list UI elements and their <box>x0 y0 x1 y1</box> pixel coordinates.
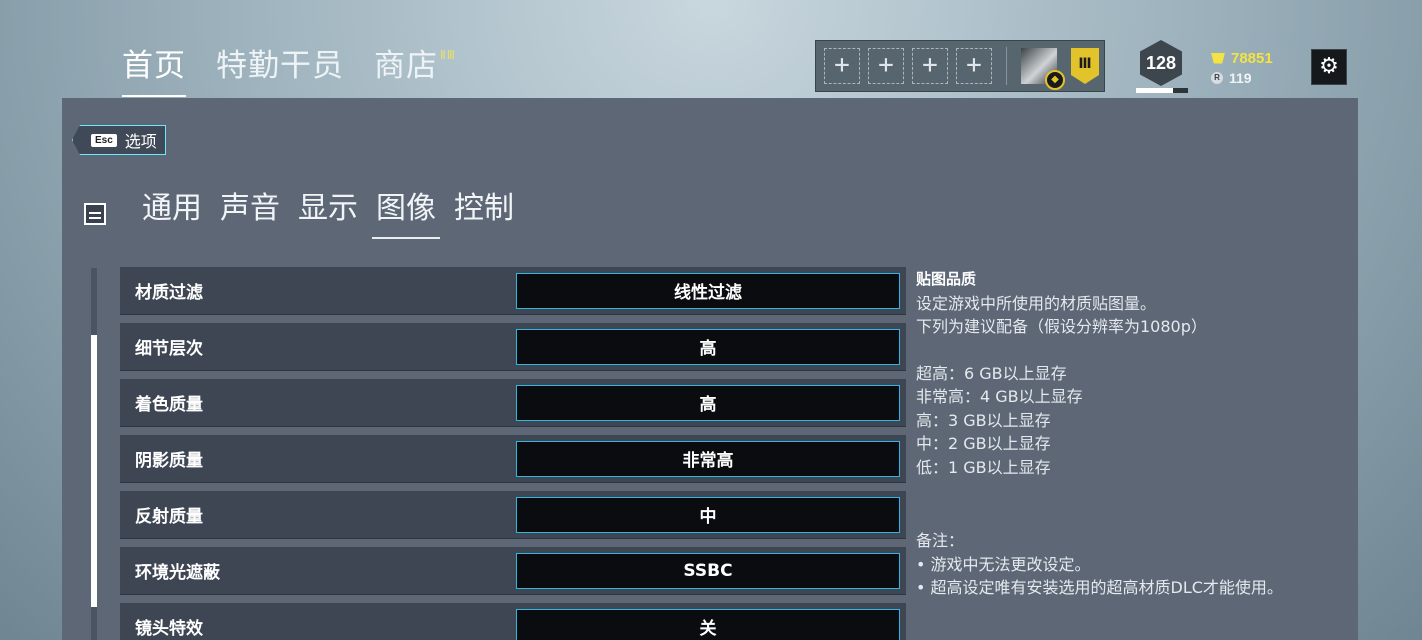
setting-label: 阴影质量 <box>135 451 203 471</box>
squad-divider <box>1006 47 1007 85</box>
settings-gear-button[interactable]: ⚙ <box>1311 49 1347 85</box>
options-tabs: 通用 声音 显示 图像 控制 <box>84 183 514 239</box>
description-text: 下列为建议配备（假设分辨率为1080p） <box>916 317 1207 336</box>
back-button-label: 选项 <box>124 132 157 151</box>
tab-display[interactable]: 显示 <box>298 183 358 237</box>
setting-label: 细节层次 <box>135 339 203 359</box>
setting-value-selector[interactable]: 中 <box>516 496 900 533</box>
renown-amount: 78851 <box>1231 49 1273 67</box>
requirement-line: 高：3 GB以上显存 <box>916 410 1051 430</box>
description-text: 设定游戏中所使用的材质贴图量。 <box>916 293 1157 313</box>
setting-value-selector[interactable]: 线性过滤 <box>516 272 900 309</box>
tab-graphics[interactable]: 图像 <box>372 183 440 239</box>
level-progress-bar <box>1136 88 1188 93</box>
setting-label: 镜头特效 <box>135 619 203 639</box>
tab-controls[interactable]: 控制 <box>454 183 514 237</box>
tab-audio[interactable]: 声音 <box>220 183 280 237</box>
setting-value-selector[interactable]: 关 <box>516 608 900 640</box>
setting-label: 着色质量 <box>135 395 203 415</box>
notes-title: 备注： <box>916 531 965 550</box>
level-progress-fill <box>1136 88 1174 93</box>
setting-value-selector[interactable]: 高 <box>516 328 900 365</box>
nav-shop-label: 商店 <box>374 48 438 84</box>
player-level-badge[interactable]: 128 <box>1140 40 1182 86</box>
requirement-line: 中：2 GB以上显存 <box>916 434 1051 453</box>
renown-icon <box>1211 52 1225 64</box>
setting-lens-effects[interactable]: 镜头特效 关 <box>120 603 906 640</box>
menu-icon <box>84 203 106 225</box>
description-title: 贴图品质 <box>916 270 977 288</box>
squad-invite-slot-2[interactable]: + <box>868 48 904 84</box>
tab-general[interactable]: 通用 <box>142 183 202 237</box>
setting-label: 环境光遮蔽 <box>135 563 220 583</box>
setting-ambient-occlusion[interactable]: 环境光遮蔽 SSBC <box>120 547 906 595</box>
squad-invite-slot-1[interactable]: + <box>824 48 860 84</box>
rank-icon: ◆ <box>1045 70 1065 90</box>
player-level: 128 <box>1145 52 1177 73</box>
nav-operators[interactable]: 特勤干员 <box>216 40 344 93</box>
back-button[interactable]: Esc 选项 <box>72 125 166 155</box>
setting-shading-quality[interactable]: 着色质量 高 <box>120 379 906 427</box>
battle-pass-icon[interactable]: Ⅲ <box>1071 48 1099 84</box>
requirement-line: 非常高：4 GB以上显存 <box>916 387 1083 406</box>
squad-panel: + + + + ◆ Ⅲ <box>815 40 1105 92</box>
setting-value-selector[interactable]: 非常高 <box>516 440 900 477</box>
squad-invite-slot-3[interactable]: + <box>912 48 948 84</box>
currency-display: 78851 R 119 <box>1211 48 1273 88</box>
setting-value-selector[interactable]: SSBC <box>516 552 900 589</box>
nav-home[interactable]: 首页 <box>122 40 186 97</box>
requirement-line: 超高：6 GB以上显存 <box>916 363 1067 383</box>
setting-texture-filtering[interactable]: 材质过滤 线性过滤 <box>120 267 906 315</box>
setting-reflection-quality[interactable]: 反射质量 中 <box>120 491 906 539</box>
credits-icon: R <box>1211 72 1223 84</box>
setting-shadow-quality[interactable]: 阴影质量 非常高 <box>120 435 906 483</box>
requirement-line: 低：1 GB以上显存 <box>916 457 1051 477</box>
scrollbar-thumb[interactable] <box>91 335 97 607</box>
setting-label: 反射质量 <box>135 507 203 527</box>
credits-amount: 119 <box>1229 70 1252 86</box>
setting-level-of-detail[interactable]: 细节层次 高 <box>120 323 906 371</box>
esc-key-icon: Esc <box>91 133 117 147</box>
setting-description: 贴图品质 设定游戏中所使用的材质贴图量。 下列为建议配备（假设分辨率为1080p… <box>916 268 1336 600</box>
player-avatar[interactable]: ◆ <box>1021 48 1065 90</box>
note-line: • 超高设定唯有安装选用的超高材质DLC才能使用。 <box>916 578 1283 597</box>
shop-new-icon: ⅡⅢ <box>439 48 456 62</box>
setting-label: 材质过滤 <box>135 283 203 303</box>
top-nav: 首页 特勤干员 商店 ⅡⅢ <box>122 40 458 97</box>
settings-list: 材质过滤 线性过滤 细节层次 高 着色质量 高 阴影质量 非常高 反射质量 中 … <box>120 267 906 640</box>
note-line: • 游戏中无法更改设定。 <box>916 554 1091 574</box>
squad-invite-slot-4[interactable]: + <box>956 48 992 84</box>
gear-icon: ⚙ <box>1319 54 1339 79</box>
nav-shop[interactable]: 商店 ⅡⅢ <box>374 40 455 93</box>
setting-value-selector[interactable]: 高 <box>516 384 900 421</box>
